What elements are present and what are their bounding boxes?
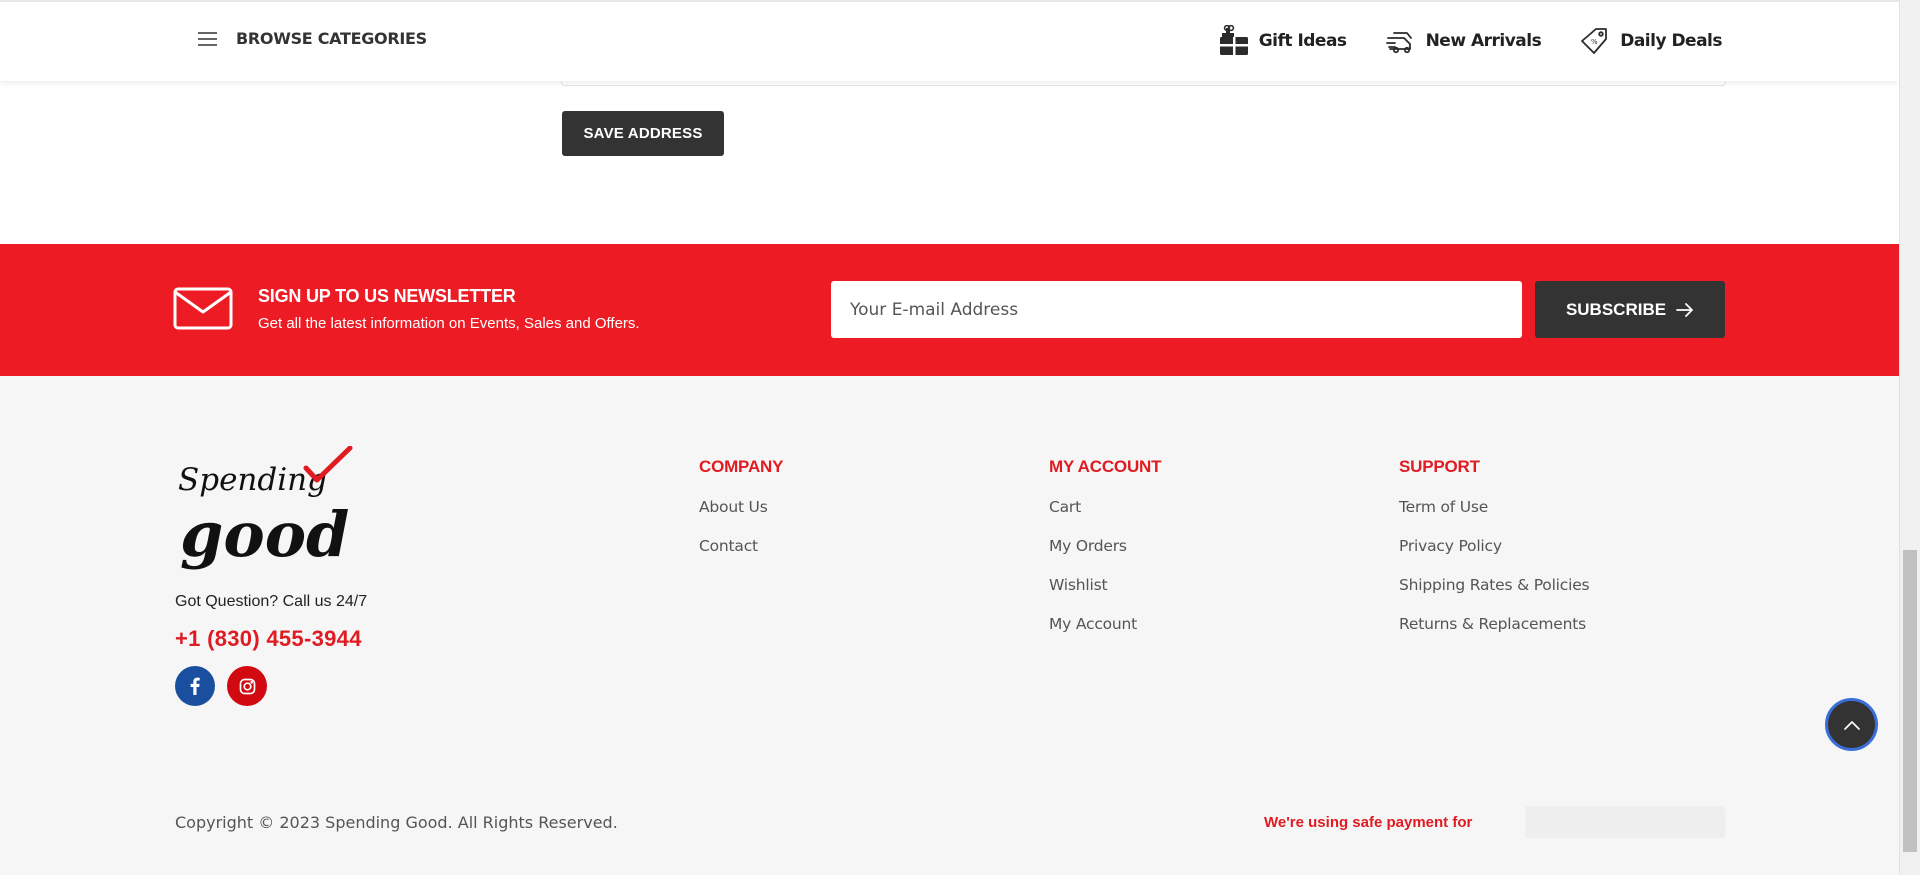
column-heading: COMPANY [699,457,784,476]
social-links [175,666,267,706]
nav-new-arrivals[interactable]: New Arrivals [1385,25,1542,57]
top-nav: Gift Ideas New Arrivals % Daily Deals [1218,25,1722,57]
browse-categories-label: BROWSE CATEGORIES [236,29,427,48]
sticky-header: BROWSE CATEGORIES Gift Ideas New Arrival… [0,0,1899,81]
footer-link-privacy-policy[interactable]: Privacy Policy [1399,537,1589,576]
gift-icon [1219,25,1248,55]
footer-column-company: COMPANY About Us Contact [699,457,783,576]
footer-link-contact[interactable]: Contact [699,537,783,576]
scroll-to-top-button[interactable] [1825,698,1878,751]
facebook-link[interactable] [175,666,215,706]
page-scrollbar[interactable] [1899,0,1920,875]
hamburger-icon [198,31,217,46]
footer-link-returns[interactable]: Returns & Replacements [1399,615,1589,654]
call-us-text: Got Question? Call us 24/7 [175,593,368,610]
footer-link-shipping-rates[interactable]: Shipping Rates & Policies [1399,576,1590,615]
nav-gift-ideas[interactable]: Gift Ideas [1218,25,1347,57]
footer-link-my-account[interactable]: My Account [1049,615,1161,654]
footer-link-cart[interactable]: Cart [1049,498,1161,537]
footer-column-support: SUPPORT Term of Use Privacy Policy Shipp… [1399,457,1590,654]
instagram-icon [239,678,255,694]
scrollbar-thumb[interactable] [1903,550,1917,852]
footer-column-my-account: MY ACCOUNT Cart My Orders Wishlist My Ac… [1049,457,1161,654]
svg-text:good: good [180,498,349,570]
footer-link-wishlist[interactable]: Wishlist [1049,576,1161,615]
newsletter-email-input[interactable] [831,281,1522,338]
nav-label: Daily Deals [1620,31,1722,51]
column-heading: SUPPORT [1399,457,1480,476]
subscribe-label: SUBSCRIBE [1565,299,1667,319]
phone-number[interactable]: +1 (830) 455-3944 [175,626,362,652]
safe-payment-text: We're using safe payment for [1264,814,1473,831]
payment-methods-image [1525,806,1725,838]
footer-link-my-orders[interactable]: My Orders [1049,537,1161,576]
footer: Spending good Got Question? Call us 24/7… [0,376,1899,875]
svg-text:%: % [1591,38,1598,46]
footer-link-about-us[interactable]: About Us [699,498,783,537]
column-heading: MY ACCOUNT [1049,457,1162,476]
save-address-button[interactable]: SAVE ADDRESS [562,111,724,156]
facebook-icon [190,677,200,695]
newsletter-band: SIGN UP TO US NEWSLETTER Get all the lat… [0,244,1899,376]
arrow-right-icon [1676,302,1693,317]
shipping-icon [1385,32,1412,54]
nav-label: Gift Ideas [1258,31,1347,51]
chevron-up-icon [1843,720,1860,730]
nav-daily-deals[interactable]: % Daily Deals [1579,25,1722,57]
envelope-icon [173,287,233,330]
browse-categories-button[interactable]: BROWSE CATEGORIES [198,29,427,48]
copyright-text: Copyright © 2023 Spending Good. All Righ… [175,813,618,832]
spending-good-logo[interactable]: Spending good [174,446,354,570]
subscribe-button[interactable]: SUBSCRIBE [1535,281,1725,338]
newsletter-title: SIGN UP TO US NEWSLETTER [258,286,516,306]
footer-link-term-of-use[interactable]: Term of Use [1399,498,1589,537]
newsletter-subtitle: Get all the latest information on Events… [258,315,640,332]
nav-label: New Arrivals [1425,31,1542,51]
instagram-link[interactable] [227,666,267,706]
price-tag-icon: % [1581,28,1608,54]
